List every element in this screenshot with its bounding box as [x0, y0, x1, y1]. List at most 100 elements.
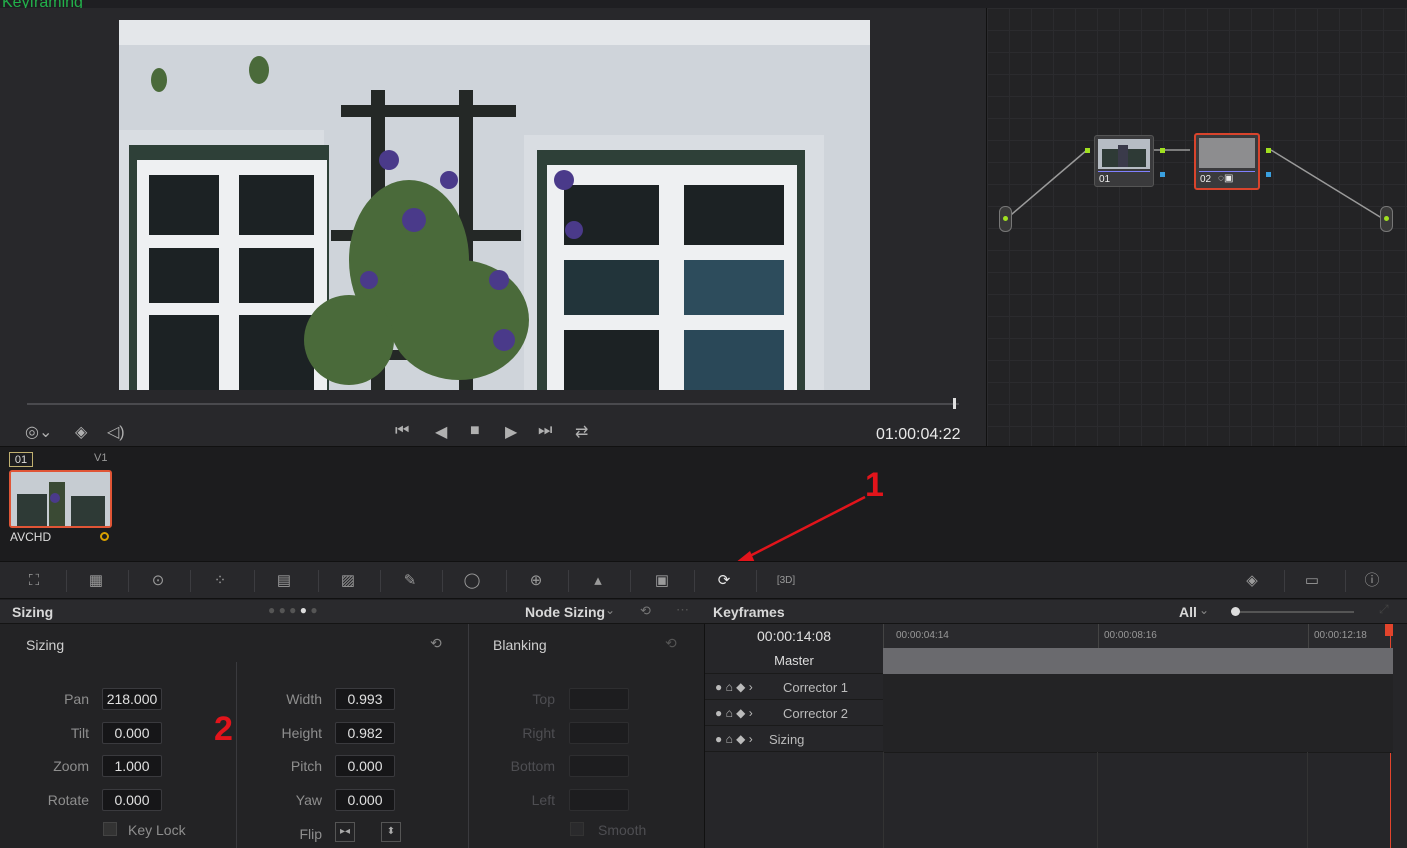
node-alpha-output[interactable] [1160, 172, 1165, 177]
keyframe-row[interactable]: ● ⌂ ◆ › Sizing [705, 726, 883, 752]
keyframe-track[interactable] [883, 726, 1393, 753]
keyframe-track[interactable] [883, 700, 1393, 727]
scopes-icon[interactable]: ▭ [1298, 570, 1326, 592]
pitch-field[interactable]: 0.000 [335, 755, 395, 777]
scrubber-track[interactable] [27, 403, 959, 405]
play-icon[interactable]: ▶ [505, 422, 517, 442]
row-controls-icon[interactable]: ● ⌂ ◆ › [715, 680, 753, 694]
blanking-reset-icon[interactable]: ⟲ [665, 635, 677, 652]
master-row[interactable]: Master [705, 648, 883, 674]
top-field[interactable] [569, 688, 629, 710]
ruler-tick: 00:00:08:16 [1104, 630, 1157, 641]
keyframe-ruler[interactable]: 00:00:04:14 00:00:08:16 00:00:12:18 [883, 624, 1393, 648]
stop-icon[interactable]: ■ [470, 422, 480, 440]
keyframe-row[interactable]: ● ⌂ ◆ › Corrector 2 [705, 700, 883, 726]
rotate-field[interactable]: 0.000 [102, 789, 162, 811]
bottom-field[interactable] [569, 755, 629, 777]
play-reverse-icon[interactable]: ◀ [435, 422, 447, 442]
flip-label: Flip [299, 826, 322, 842]
viewer-mode-icon[interactable]: ◎⌄ [25, 422, 52, 442]
key-lock-checkbox[interactable] [103, 822, 117, 836]
chevron-down-icon[interactable]: ⌄ [605, 603, 615, 617]
corrector-node-02[interactable]: 02 ◌▣ [1194, 133, 1260, 190]
keyframes-filter-dropdown[interactable]: All [1179, 604, 1197, 620]
rgb-mixer-icon[interactable]: ⁘ [206, 570, 234, 592]
zoom-slider-handle[interactable] [1231, 607, 1240, 616]
motion-effects-icon[interactable]: ▤ [270, 570, 298, 592]
bottom-label: Bottom [510, 758, 555, 774]
row-label: Corrector 1 [783, 680, 849, 695]
sizing-panel-header: Sizing ● ● ● ● ● Node Sizing ⌄ ⟲ ⋯ [0, 600, 704, 624]
chevron-down-icon[interactable]: ⌄ [1199, 603, 1209, 617]
output-node-dot[interactable] [1380, 206, 1393, 232]
smooth-label: Smooth [598, 822, 647, 838]
width-field[interactable]: 0.993 [335, 688, 395, 710]
keyframe-playhead[interactable] [1385, 624, 1393, 636]
pan-label: Pan [64, 691, 89, 707]
sizing-mode-dropdown[interactable]: Node Sizing [525, 604, 605, 620]
flip-horizontal-icon[interactable]: ▸◂ [335, 822, 355, 842]
more-options-icon[interactable]: ⋯ [676, 602, 689, 618]
right-field[interactable] [569, 722, 629, 744]
row-controls-icon[interactable]: ● ⌂ ◆ › [715, 732, 753, 746]
color-match-icon[interactable]: ▦ [82, 570, 110, 592]
tilt-label: Tilt [70, 725, 89, 741]
row-controls-icon[interactable]: ● ⌂ ◆ › [715, 706, 753, 720]
keyframe-row[interactable]: ● ⌂ ◆ › Corrector 1 [705, 674, 883, 700]
zoom-label: Zoom [53, 758, 89, 774]
tilt-field[interactable]: 0.000 [102, 722, 162, 744]
zoom-slider[interactable] [1234, 611, 1354, 613]
rotate-label: Rotate [47, 792, 89, 808]
input-node-dot[interactable] [999, 206, 1012, 232]
curves-icon[interactable]: ▨ [334, 570, 362, 592]
pan-field[interactable]: 218.000 [102, 688, 162, 710]
keyframes-title: Keyframes [713, 604, 785, 620]
node-input-connector[interactable] [1085, 148, 1090, 153]
key-lock-label: Key Lock [128, 822, 186, 838]
node-output-connector[interactable] [1160, 148, 1165, 153]
key-icon[interactable]: ▣ [648, 570, 676, 592]
keyframes-header: Keyframes All ⌄ ⤢ [704, 600, 1407, 624]
window-icon[interactable]: ◯ [458, 570, 486, 592]
blur-icon[interactable]: ▴ [584, 570, 612, 592]
qualifier-icon[interactable]: ✎ [396, 570, 424, 592]
width-label: Width [286, 691, 322, 707]
yaw-field[interactable]: 0.000 [335, 789, 395, 811]
blanking-title: Blanking [493, 637, 547, 653]
video-frame[interactable] [119, 20, 870, 390]
corrector-node-01[interactable]: 01 [1094, 135, 1154, 187]
smooth-checkbox[interactable] [570, 822, 584, 836]
node-02-label: 02 [1200, 174, 1212, 185]
master-track[interactable] [883, 648, 1393, 675]
expand-icon[interactable]: ⤢ [1379, 602, 1389, 617]
reset-all-icon[interactable]: ⟲ [640, 603, 651, 619]
camera-raw-icon[interactable]: ⛶ [20, 570, 48, 592]
skip-back-icon[interactable]: ⏮ [395, 422, 409, 440]
clip-track-label: V1 [94, 452, 108, 464]
keyframes-toggle-icon[interactable]: ◈ [1238, 570, 1266, 592]
clip-thumbnail[interactable] [9, 470, 112, 528]
sizing-icon[interactable]: ⟳ [710, 570, 738, 592]
3d-icon[interactable]: [3D] [772, 570, 800, 592]
color-wheels-icon[interactable]: ⊙ [144, 570, 172, 592]
ruler-tick: 00:00:04:14 [896, 630, 949, 641]
volume-icon[interactable]: ◁) [107, 422, 125, 442]
node-01-label: 01 [1099, 174, 1111, 185]
flip-vertical-icon[interactable]: ⬍ [381, 822, 401, 842]
node-editor[interactable]: 01 02 ◌▣ [986, 8, 1407, 446]
zoom-field[interactable]: 1.000 [102, 755, 162, 777]
sizing-reset-icon[interactable]: ⟲ [430, 635, 442, 652]
tracker-icon[interactable]: ⊕ [522, 570, 550, 592]
keyframe-track[interactable] [883, 674, 1393, 701]
info-icon[interactable]: ⓘ [1358, 570, 1386, 592]
skip-forward-icon[interactable]: ⏭ [538, 422, 552, 440]
node2-output-connector[interactable] [1266, 148, 1271, 153]
page-dots[interactable]: ● ● ● ● ● [268, 603, 318, 617]
left-field[interactable] [569, 789, 629, 811]
playhead[interactable] [953, 398, 957, 409]
node2-alpha-output[interactable] [1266, 172, 1271, 177]
height-field[interactable]: 0.982 [335, 722, 395, 744]
loop-icon[interactable]: ⇄ [575, 422, 588, 442]
layers-icon[interactable]: ◈ [75, 422, 87, 442]
palette-toolbar: ⛶ ▦ ⊙ ⁘ ▤ ▨ ✎ ◯ ⊕ ▴ ▣ ⟳ [3D] ◈ ▭ ⓘ [0, 561, 1407, 599]
